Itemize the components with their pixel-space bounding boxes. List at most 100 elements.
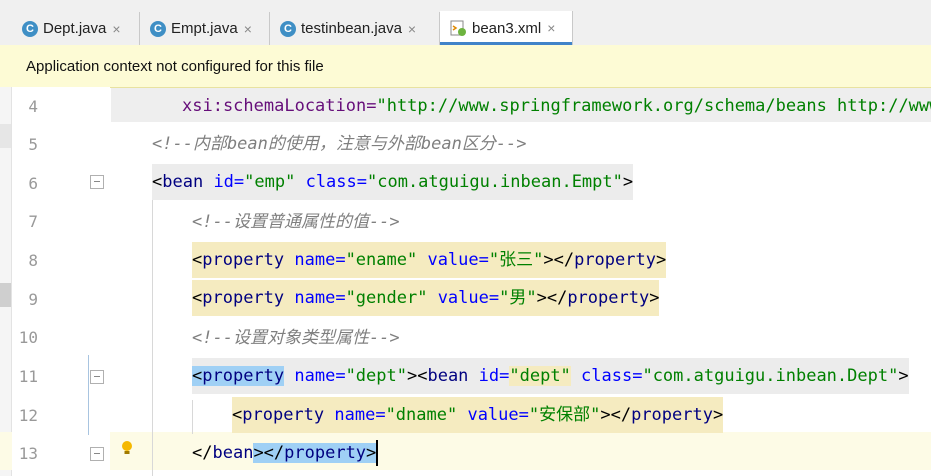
- text-cursor: [376, 440, 379, 466]
- context-warning-banner: Application context not configured for t…: [0, 45, 931, 88]
- bracket: >: [655, 250, 667, 270]
- line-number: 7: [28, 212, 38, 231]
- close-icon[interactable]: ×: [408, 21, 416, 37]
- code-line-13[interactable]: </bean></property>: [192, 435, 379, 471]
- fold-range-guide: [88, 355, 89, 435]
- close-icon[interactable]: ×: [112, 21, 120, 37]
- code-line-9[interactable]: <property name="gender" value="男"></prop…: [192, 280, 660, 316]
- attribute-value: "com.atguigu.inbean.Dept": [642, 366, 899, 386]
- fold-toggle-icon[interactable]: [90, 370, 104, 384]
- bracket: >: [622, 172, 634, 192]
- tab-testinbean-java[interactable]: C testinbean.java ×: [270, 12, 440, 45]
- strip-marker: [0, 124, 11, 148]
- java-test-class-icon: C: [280, 20, 296, 37]
- code-line-6[interactable]: <bean id="emp" class="com.atguigu.inbean…: [152, 164, 634, 200]
- strip-marker: [0, 283, 11, 307]
- code-line-5[interactable]: <!--内部bean的使用，注意与外部bean区分-->: [152, 125, 527, 163]
- tag-name: property: [631, 405, 713, 425]
- line-number: 10: [18, 328, 38, 347]
- tab-label: Dept.java: [43, 20, 107, 37]
- attribute-name: class=: [295, 172, 367, 192]
- attribute-name: name=: [284, 250, 346, 270]
- spring-xml-icon: [450, 20, 466, 36]
- banner-text: Application context not configured for t…: [26, 57, 324, 75]
- tab-bean3-xml[interactable]: bean3.xml ×: [440, 11, 573, 45]
- indent-guide: [152, 200, 153, 476]
- line-number: 13: [18, 444, 38, 463]
- tag-name: bean: [162, 172, 204, 192]
- bracket: >: [712, 405, 724, 425]
- attribute-name: name=: [284, 366, 346, 386]
- bracket: >: [649, 288, 660, 308]
- bracket: <: [152, 172, 163, 192]
- line-number: 8: [28, 251, 38, 270]
- attribute-name: value=: [427, 288, 500, 308]
- attribute-value: "男": [499, 288, 537, 308]
- code-line-8[interactable]: <property name="ename" value="张三"></prop…: [192, 242, 667, 278]
- attribute-name: xsi:schemaLocation=: [182, 96, 377, 116]
- attribute-name: id=: [468, 366, 510, 386]
- tab-dept-java[interactable]: C Dept.java ×: [12, 12, 140, 45]
- tag-name: property: [242, 405, 325, 425]
- attribute-value: "dept": [509, 366, 571, 386]
- attribute-name: id=: [203, 172, 245, 192]
- bracket: ></: [600, 405, 632, 425]
- indent-guide: [192, 400, 193, 434]
- tab-empt-java[interactable]: C Empt.java ×: [140, 12, 270, 45]
- tab-label: Empt.java: [171, 20, 238, 37]
- line-number: 5: [28, 135, 38, 154]
- bracket: ></: [253, 443, 285, 463]
- java-class-icon: C: [22, 20, 38, 37]
- attribute-name: name=: [284, 288, 346, 308]
- bracket: ><: [406, 366, 428, 386]
- line-number: 9: [28, 290, 38, 309]
- attribute-name: value=: [417, 250, 489, 270]
- line-number: 6: [28, 174, 38, 193]
- code-line-4[interactable]: xsi:schemaLocation="http://www.springfra…: [182, 87, 931, 125]
- matched-tag-highlight: ></property>: [253, 443, 377, 463]
- current-line-highlight: [0, 432, 931, 470]
- bracket: </: [192, 443, 213, 463]
- matched-tag-highlight: <property: [192, 366, 285, 386]
- bracket: <: [192, 288, 203, 308]
- java-class-icon: C: [150, 20, 166, 37]
- attribute-value: "ename": [345, 250, 418, 270]
- tag-name: property: [202, 250, 285, 270]
- attribute-value: "emp": [244, 172, 296, 192]
- bracket: <: [192, 250, 203, 270]
- attribute-name: value=: [457, 405, 529, 425]
- editor-tab-bar: C Dept.java × C Empt.java × C testinbean…: [0, 0, 931, 46]
- bracket: <: [192, 366, 203, 386]
- close-icon[interactable]: ×: [244, 21, 252, 37]
- attribute-value: "http://www.springframework.org/schema/b…: [376, 96, 931, 116]
- attribute-value: "张三": [488, 250, 544, 270]
- attribute-value: "安保部": [528, 405, 601, 425]
- bracket: >: [366, 443, 377, 463]
- close-icon[interactable]: ×: [547, 20, 555, 36]
- tag-name: property: [574, 250, 656, 270]
- code-line-11[interactable]: <property name="dept"><bean id="dept" cl…: [192, 358, 909, 394]
- fold-toggle-icon[interactable]: [90, 447, 104, 461]
- attribute-value: "com.atguigu.inbean.Empt": [367, 172, 623, 192]
- tag-name: property: [202, 288, 285, 308]
- tag-name: property: [284, 443, 367, 463]
- attribute-value: "gender": [345, 288, 428, 308]
- intention-bulb-icon[interactable]: [120, 440, 134, 456]
- attribute-value: "dept": [345, 366, 407, 386]
- left-tool-strip: [0, 87, 12, 476]
- bracket: ></: [536, 288, 568, 308]
- tab-label: testinbean.java: [301, 20, 402, 37]
- bracket: >: [898, 366, 909, 386]
- fold-toggle-icon[interactable]: [90, 175, 104, 189]
- tab-label: bean3.xml: [472, 19, 542, 37]
- tag-name: bean: [212, 443, 254, 463]
- code-line-7[interactable]: <!--设置普通属性的值-->: [192, 203, 400, 241]
- bracket: ></: [543, 250, 575, 270]
- tag-name: property: [567, 288, 650, 308]
- attribute-name: class=: [570, 366, 643, 386]
- tag-name: bean: [427, 366, 469, 386]
- code-line-10[interactable]: <!--设置对象类型属性-->: [192, 319, 400, 357]
- code-line-12[interactable]: <property name="dname" value="安保部"></pro…: [232, 397, 724, 433]
- bracket: <: [232, 405, 243, 425]
- line-number: 12: [18, 406, 38, 425]
